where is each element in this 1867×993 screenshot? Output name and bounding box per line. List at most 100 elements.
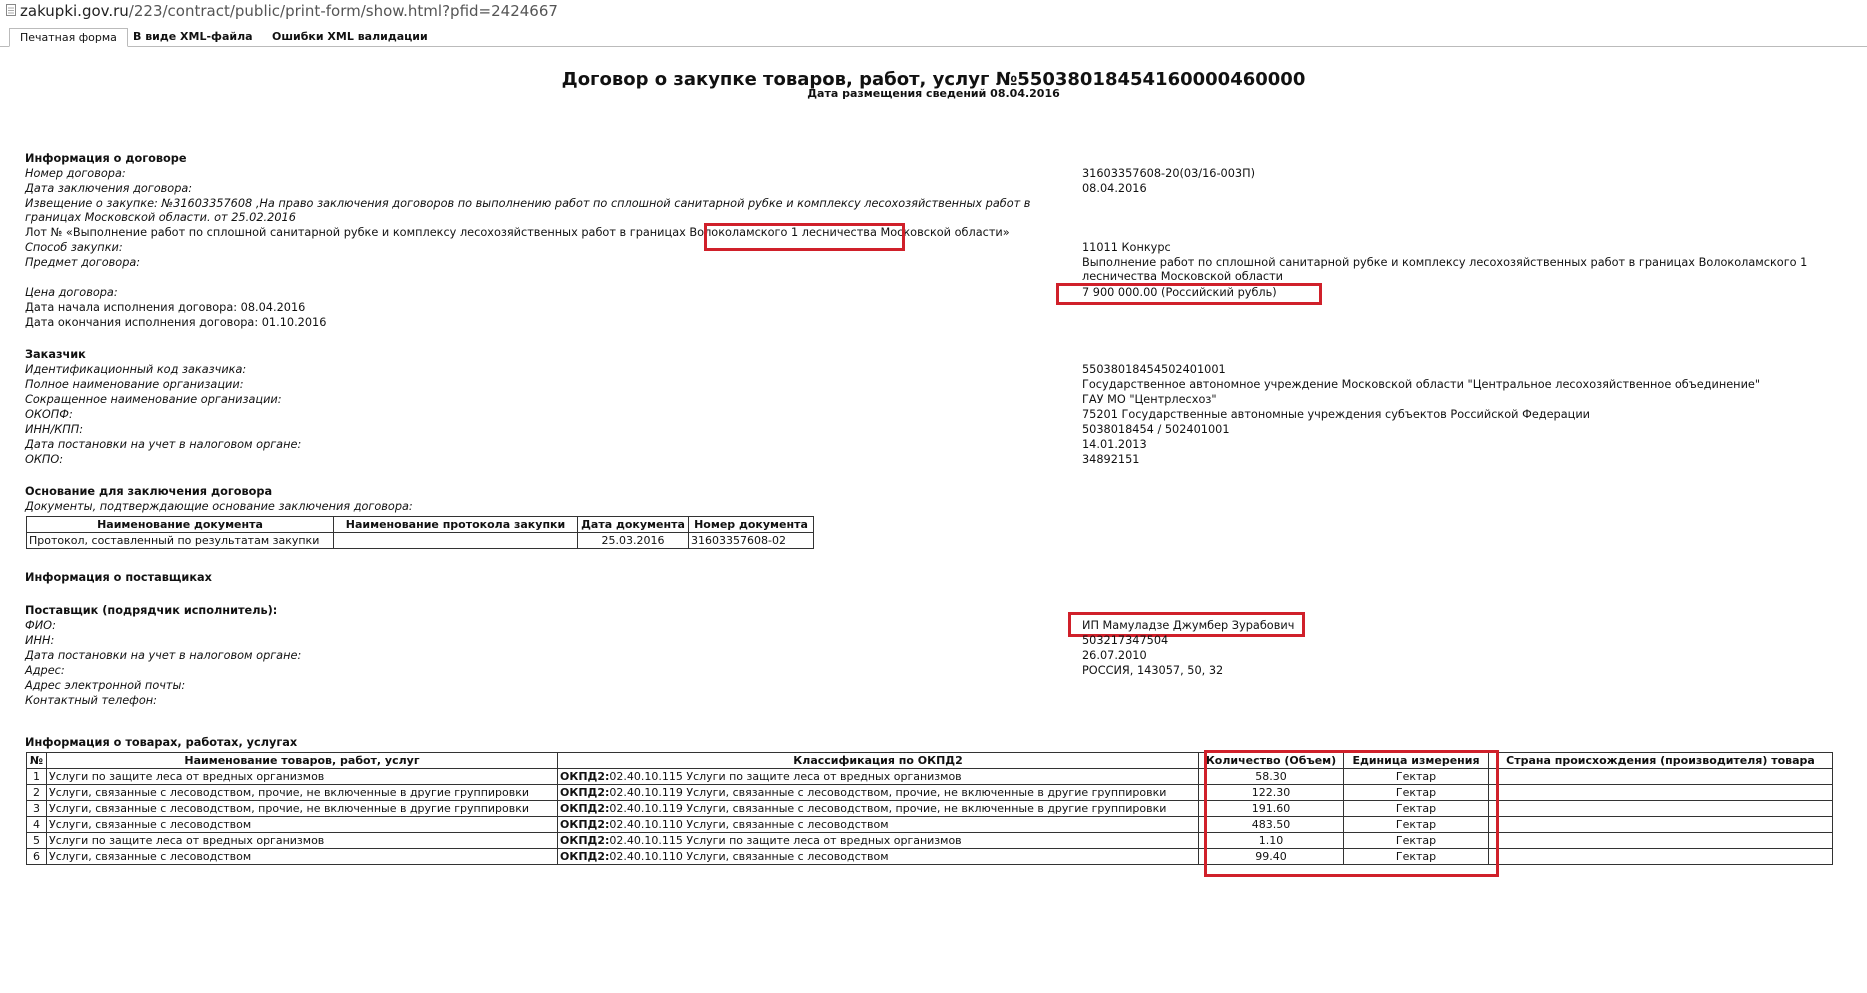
customer-taxdate-label: Дата постановки на учет в налоговом орга… <box>25 438 302 451</box>
goods-cell-country <box>1488 800 1833 817</box>
url-host: zakupki.gov.ru <box>20 2 129 20</box>
goods-cell-okpd: ОКПД2:02.40.10.115 Услуги по защите леса… <box>557 832 1199 849</box>
okopf-value: 75201 Государственные автономные учрежде… <box>1082 408 1591 421</box>
goods-cell-n: 1 <box>26 768 47 785</box>
tab-print-form[interactable]: Печатная форма <box>9 28 128 47</box>
okopf-label: ОКОПФ: <box>25 408 73 421</box>
supplier-taxdate-label: Дата постановки на учет в налоговом орга… <box>25 649 302 662</box>
goods-col-country: Страна происхождения (производителя) тов… <box>1488 752 1833 769</box>
notice-line-2: границах Московской области. от 25.02.20… <box>25 211 296 224</box>
inn-kpp-value: 5038018454 / 502401001 <box>1082 423 1230 436</box>
goods-col-n: № <box>26 752 47 769</box>
customer-heading: Заказчик <box>25 348 86 361</box>
highlight-box-lot <box>704 223 905 251</box>
table-row: Протокол, составленный по результатам за… <box>26 532 814 549</box>
basis-cell-protocol <box>333 532 578 549</box>
goods-cell-name: Услуги, связанные с лесоводством <box>46 816 558 833</box>
table-row: 3 Услуги, связанные с лесоводством, прочи… <box>26 800 1833 817</box>
contract-number-value: 31603357608-20(03/16-003П) <box>1082 167 1256 180</box>
fio-label: ФИО: <box>25 619 56 632</box>
okpd-code: 02.40.10.110 Услуги, связанные с лесовод… <box>609 849 889 863</box>
okpd-code: 02.40.10.115 Услуги по защите леса от вр… <box>609 833 962 847</box>
customer-fullname-value: Государственное автономное учреждение Мо… <box>1082 378 1761 391</box>
okpd-prefix: ОКПД2: <box>560 769 610 783</box>
okpo-label: ОКПО: <box>25 453 64 466</box>
phone-label: Контактный телефон: <box>25 694 157 707</box>
customer-fullname-label: Полное наименование организации: <box>25 378 244 391</box>
table-row: 2 Услуги, связанные с лесоводством, прочи… <box>26 784 1833 801</box>
goods-heading: Информация о товарах, работах, услугах <box>25 736 298 749</box>
okpd-code: 02.40.10.119 Услуги, связанные с лесовод… <box>609 785 1167 799</box>
view-tabs: Печатная форма В виде XML-файла Ошибки X… <box>0 24 1867 47</box>
goods-cell-country <box>1488 848 1833 865</box>
goods-cell-n: 2 <box>26 784 47 801</box>
basis-cell-docname: Протокол, составленный по результатам за… <box>26 532 334 549</box>
basis-col-number: Номер документа <box>688 516 814 533</box>
lot-prefix: Лот № «Выполнение работ по сплошной сани… <box>25 226 690 239</box>
subject-label: Предмет договора: <box>25 256 141 269</box>
customer-shortname-value: ГАУ МО "Центрлесхоз" <box>1082 393 1217 406</box>
goods-cell-okpd: ОКПД2:02.40.10.119 Услуги, связанные с л… <box>557 800 1199 817</box>
address-label: Адрес: <box>25 664 65 677</box>
page-subtitle: Дата размещения сведений 08.04.2016 <box>807 87 1060 100</box>
supplier-subheading: Поставщик (подрядчик исполнитель): <box>25 604 278 617</box>
highlight-box-qty-unit <box>1204 750 1499 877</box>
goods-cell-n: 6 <box>26 848 47 865</box>
table-row: 5 Услуги по защите леса от вредных органи… <box>26 832 1833 849</box>
goods-cell-country <box>1488 816 1833 833</box>
okpd-prefix: ОКПД2: <box>560 785 610 799</box>
okpd-prefix: ОКПД2: <box>560 833 610 847</box>
supplier-taxdate-value: 26.07.2010 <box>1082 649 1147 662</box>
start-date: Дата начала исполнения договора: 08.04.2… <box>25 301 306 314</box>
basis-col-protocol: Наименование протокола закупки <box>333 516 578 533</box>
goods-col-okpd: Классификация по ОКПД2 <box>557 752 1199 769</box>
goods-cell-country <box>1488 832 1833 849</box>
contract-date-label: Дата заключения договора: <box>25 182 193 195</box>
goods-header-row: № Наименование товаров, работ, услуг Кла… <box>26 752 1833 769</box>
highlight-box-price <box>1056 283 1322 305</box>
customer-shortname-label: Сокращенное наименование организации: <box>25 393 282 406</box>
end-date: Дата окончания исполнения договора: 01.1… <box>25 316 327 329</box>
email-label: Адрес электронной почты: <box>25 679 186 692</box>
contract-info-heading: Информация о договоре <box>25 152 187 165</box>
goods-body: 1 Услуги по защите леса от вредных органи… <box>26 768 1833 865</box>
goods-cell-name: Услуги, связанные с лесоводством, прочие… <box>46 784 558 801</box>
address-bar[interactable]: zakupki.gov.ru/223/contract/public/print… <box>0 0 1867 22</box>
price-label: Цена договора: <box>25 286 118 299</box>
tab-xml-file[interactable]: В виде XML-файла <box>123 28 263 47</box>
goods-cell-name: Услуги по защите леса от вредных организ… <box>46 768 558 785</box>
basis-docs-label: Документы, подтверждающие основание закл… <box>25 500 413 513</box>
url-path: /223/contract/public/print-form/show.htm… <box>128 2 558 20</box>
supplier-inn-value: 503217347504 <box>1082 634 1169 647</box>
table-row: 6 Услуги, связанные с лесоводством ОКПД2:0… <box>26 848 1833 865</box>
customer-taxdate-value: 14.01.2013 <box>1082 438 1147 451</box>
basis-col-date: Дата документа <box>577 516 689 533</box>
goods-cell-name: Услуги по защите леса от вредных организ… <box>46 832 558 849</box>
basis-cell-date: 25.03.2016 <box>577 532 689 549</box>
basis-header-row: Наименование документа Наименование прот… <box>26 516 814 533</box>
goods-cell-n: 3 <box>26 800 47 817</box>
goods-cell-name: Услуги, связанные с лесоводством, прочие… <box>46 800 558 817</box>
goods-cell-okpd: ОКПД2:02.40.10.119 Услуги, связанные с л… <box>557 784 1199 801</box>
okpd-prefix: ОКПД2: <box>560 801 610 815</box>
method-label: Способ закупки: <box>25 241 123 254</box>
basis-col-docname: Наименование документа <box>26 516 334 533</box>
okpd-code: 02.40.10.115 Услуги по защите леса от вр… <box>609 769 962 783</box>
customer-id-value: 55038018454502401001 <box>1082 363 1226 376</box>
contract-number-label: Номер договора: <box>25 167 126 180</box>
url-text[interactable]: zakupki.gov.ru/223/contract/public/print… <box>20 2 558 20</box>
goods-cell-country <box>1488 784 1833 801</box>
customer-id-label: Идентификационный код заказчика: <box>25 363 247 376</box>
tab-xml-errors[interactable]: Ошибки XML валидации <box>262 28 438 47</box>
page-icon <box>6 4 16 16</box>
goods-cell-okpd: ОКПД2:02.40.10.110 Услуги, связанные с л… <box>557 848 1199 865</box>
notice-line-1: Извещение о закупке: №31603357608 ,На пр… <box>25 197 1031 210</box>
method-value: 11011 Конкурс <box>1082 241 1171 254</box>
subject-value-1: Выполнение работ по сплошной санитарной … <box>1082 256 1808 269</box>
basis-table: Наименование документа Наименование прот… <box>26 516 814 549</box>
goods-cell-okpd: ОКПД2:02.40.10.115 Услуги по защите леса… <box>557 768 1199 785</box>
goods-cell-country <box>1488 768 1833 785</box>
basis-cell-number: 31603357608-02 <box>688 532 814 549</box>
inn-kpp-label: ИНН/КПП: <box>25 423 84 436</box>
goods-cell-okpd: ОКПД2:02.40.10.110 Услуги, связанные с л… <box>557 816 1199 833</box>
